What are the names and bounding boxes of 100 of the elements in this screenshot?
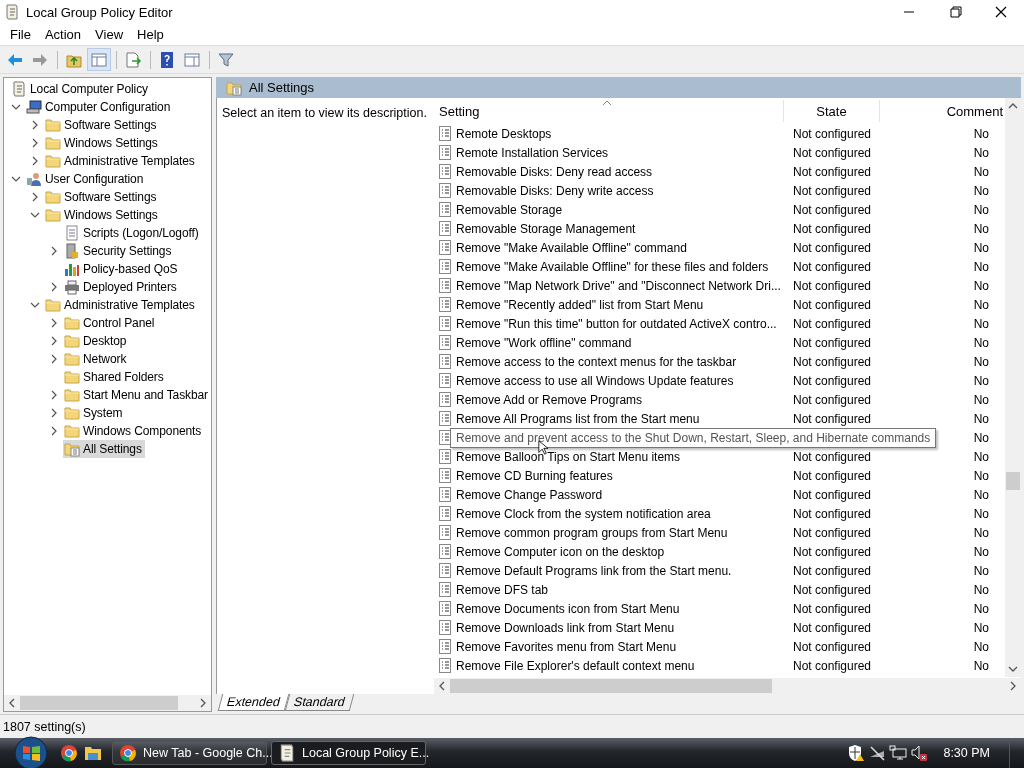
setting-name[interactable]: Remove common program groups from Start Menu <box>456 525 728 540</box>
setting-name[interactable]: Remove access to the context menus for the taskbar <box>456 354 737 369</box>
view-tab[interactable]: Standard <box>284 694 354 711</box>
document-icon <box>278 744 296 762</box>
policy-setting-icon <box>439 354 451 369</box>
policy-setting-icon <box>439 430 451 445</box>
folder-list-icon <box>64 441 80 457</box>
tree-item[interactable]: Windows Settings <box>44 134 161 152</box>
tree-item[interactable]: Desktop <box>63 332 130 350</box>
tree-item[interactable]: Shared Folders <box>63 368 167 386</box>
setting-name[interactable]: Remove access to use all Windows Update features <box>456 373 734 388</box>
policy-setting-icon <box>439 259 451 274</box>
tree-item[interactable]: Policy-based QoS <box>63 260 181 278</box>
setting-name[interactable]: Remove Clock from the system notification area <box>456 506 711 521</box>
setting-name[interactable]: Remove Computer icon on the desktop <box>456 544 665 559</box>
tooltip: Remove and prevent access to the Shut Down, Restart, Sleep, and Hibernate commands <box>450 428 937 448</box>
setting-name[interactable]: Remote Installation Services <box>456 145 609 160</box>
setting-name[interactable]: Remove DFS tab <box>456 582 549 597</box>
state-text: Not configured <box>792 240 871 255</box>
policy-setting-icon <box>439 316 451 331</box>
setting-name[interactable]: Remove "Make Available Offline" command <box>456 240 687 255</box>
state-text: Not configured <box>792 335 871 350</box>
scroll-thumb[interactable] <box>20 696 178 710</box>
setting-name[interactable]: Remove Add or Remove Programs <box>456 392 643 407</box>
folder-icon <box>45 153 61 169</box>
taskbar-button[interactable]: Local Group Policy E... <box>271 741 426 765</box>
comment-text: No <box>973 183 989 198</box>
scroll-thumb[interactable] <box>1006 472 1020 490</box>
policy-setting-icon <box>439 183 451 198</box>
setting-name[interactable]: Remove Downloads link from Start Menu <box>456 620 675 635</box>
column-header[interactable]: Setting <box>434 100 784 122</box>
setting-name[interactable]: Remove "Make Available Offline" for these files and folders <box>456 259 769 274</box>
setting-name[interactable]: Removable Storage Management <box>456 221 636 236</box>
browser-icon[interactable] <box>60 744 78 762</box>
setting-name[interactable]: Remove File Explorer's default context menu <box>456 658 695 673</box>
tree-item[interactable]: Software Settings <box>44 116 160 134</box>
state-text: Not configured <box>792 259 871 274</box>
setting-name[interactable]: Remove "Map Network Drive" and "Disconnect Network Dri... <box>456 278 781 293</box>
state-text: Not configured <box>792 411 871 426</box>
tree-item[interactable]: Software Settings <box>44 188 160 206</box>
tree-item[interactable]: Local Computer Policy <box>10 80 151 98</box>
tree-item[interactable]: Control Panel <box>63 314 158 332</box>
tree-item[interactable]: Administrative Templates <box>44 296 198 314</box>
setting-name[interactable]: Remove Documents icon from Start Menu <box>456 601 680 616</box>
setting-name[interactable]: Remove Change Password <box>456 487 603 502</box>
tree-item[interactable]: Windows Settings <box>44 206 161 224</box>
column-header[interactable]: Comment <box>880 100 1005 122</box>
menu-item[interactable]: Action <box>37 25 89 44</box>
comment-text: No <box>973 145 989 160</box>
setting-name[interactable]: Removable Disks: Deny read access <box>456 164 653 179</box>
setting-name[interactable]: Remove "Recently added" list from Start Menu <box>456 297 704 312</box>
menu-item[interactable]: View <box>88 25 131 44</box>
speaker-muted-icon[interactable] <box>910 744 929 762</box>
printer-icon <box>64 279 80 295</box>
column-header[interactable]: State <box>784 100 880 122</box>
state-text: Not configured <box>792 202 871 217</box>
script-icon <box>64 225 80 241</box>
tree-item[interactable]: User Configuration <box>25 170 147 188</box>
tree-item[interactable]: All Settings <box>63 440 145 458</box>
tree-item[interactable]: System <box>63 404 126 422</box>
tree-item[interactable]: Network <box>63 350 130 368</box>
show-tree-button[interactable] <box>87 48 111 71</box>
menu-item[interactable]: Help <box>130 25 171 44</box>
comment-text: No <box>973 620 989 635</box>
tree-item[interactable]: Deployed Printers <box>63 278 180 296</box>
policy-setting-icon <box>439 525 451 540</box>
setting-name[interactable]: Removable Disks: Deny write access <box>456 183 654 198</box>
comment-text: No <box>973 335 989 350</box>
setting-name[interactable]: Removable Storage <box>456 202 563 217</box>
tree-item[interactable]: Windows Components <box>63 422 205 440</box>
view-tab[interactable]: Extended <box>217 694 290 711</box>
setting-name[interactable]: Remove "Run this time" button for outdated ActiveX contro... <box>456 316 777 331</box>
clock[interactable]: 8:30 PM <box>943 746 990 760</box>
folder-icon[interactable] <box>84 744 102 762</box>
setting-name[interactable]: Remove Favorites menu from Start Menu <box>456 639 677 654</box>
setting-name[interactable]: Remove All Programs list from the Start menu <box>456 411 700 426</box>
tree-item[interactable]: Scripts (Logon/Logoff) <box>63 224 202 242</box>
folder-icon <box>45 207 61 223</box>
monitor-icon[interactable] <box>889 744 908 762</box>
state-text: Not configured <box>792 373 871 388</box>
setting-name[interactable]: Remove Default Programs link from the Start menu. <box>456 563 732 578</box>
start-button[interactable] <box>14 736 48 768</box>
setting-name[interactable]: Remote Desktops <box>456 126 552 141</box>
tree-item[interactable]: Start Menu and Taskbar <box>63 386 211 404</box>
browser-icon <box>119 744 137 762</box>
policy-setting-icon <box>439 468 451 483</box>
comment-text: No <box>973 278 989 293</box>
folder-icon <box>64 387 80 403</box>
policy-setting-icon <box>439 563 451 578</box>
folder-icon <box>45 135 61 151</box>
tree-item[interactable]: Administrative Templates <box>44 152 198 170</box>
scroll-thumb[interactable] <box>450 679 772 693</box>
menu-item[interactable]: File <box>3 25 38 44</box>
tree-item[interactable]: Security Settings <box>63 242 175 260</box>
setting-name[interactable]: Remove "Work offline" command <box>456 335 632 350</box>
tree-item[interactable]: Computer Configuration <box>25 98 174 116</box>
setting-name[interactable]: Remove Balloon Tips on Start Menu items <box>456 449 681 464</box>
state-text: Not configured <box>792 544 871 559</box>
setting-name[interactable]: Remove CD Burning features <box>456 468 613 483</box>
shield-warning-icon[interactable] <box>847 744 866 762</box>
